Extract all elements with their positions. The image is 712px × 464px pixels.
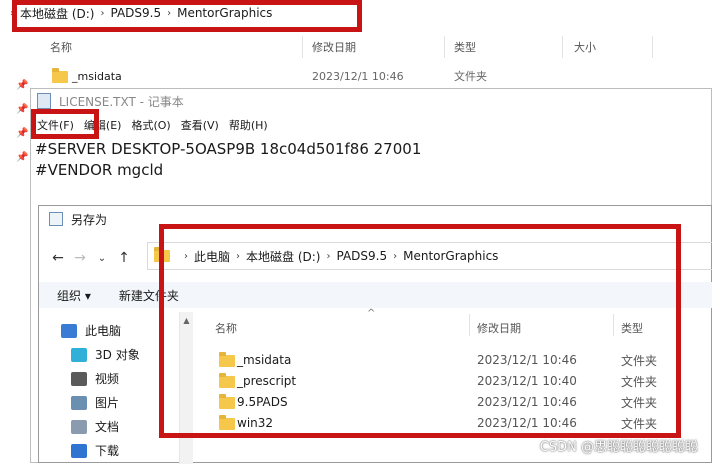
sidebar-item-label: 文档 — [95, 418, 119, 435]
sidebar-item-label: 视频 — [95, 370, 119, 387]
column-separator[interactable] — [652, 36, 653, 58]
column-separator[interactable] — [444, 36, 445, 58]
video-icon — [71, 372, 87, 386]
pin-icon[interactable]: 📌 — [16, 128, 26, 140]
dialog-icon — [49, 212, 63, 226]
save-as-dialog: 另存为 ← → ⌄ ↑ › 此电脑 › 本地磁盘 (D:) › PADS9.5 … — [38, 205, 712, 463]
sidebar-item-videos[interactable]: 视频 — [71, 370, 119, 387]
notepad-menu-bar: 文件(F) 编辑(E) 格式(O) 查看(V) 帮助(H) — [31, 115, 712, 135]
sidebar-item-pictures[interactable]: 图片 — [71, 394, 119, 411]
notepad-title-bar[interactable]: LICENSE.TXT - 记事本 — [31, 89, 712, 113]
explorer-column-header: 名称 修改日期 类型 大小 — [30, 36, 712, 58]
pin-icon[interactable]: 📌 — [16, 80, 26, 92]
file-type: 文件夹 — [454, 68, 487, 84]
sidebar-item-label: 3D 对象 — [95, 346, 140, 363]
highlight-box-save-location — [159, 224, 681, 438]
column-separator[interactable] — [302, 36, 303, 58]
document-icon — [71, 420, 87, 434]
notepad-title: LICENSE.TXT - 记事本 — [59, 93, 184, 110]
text-line: #SERVER DESKTOP-5OASP9B 18c04d501f86 270… — [35, 139, 421, 160]
picture-icon — [71, 396, 87, 410]
column-type[interactable]: 类型 — [454, 39, 476, 55]
column-modified[interactable]: 修改日期 — [312, 39, 356, 55]
pin-icon[interactable]: 📌 — [16, 152, 26, 164]
text-line: #VENDOR mgcld — [35, 160, 421, 181]
download-icon — [71, 444, 87, 458]
sidebar-item-downloads[interactable]: 下载 — [71, 442, 119, 459]
sidebar-item-documents[interactable]: 文档 — [71, 418, 119, 435]
pin-icon[interactable]: 📌 — [16, 104, 26, 116]
menu-format[interactable]: 格式(O) — [131, 117, 170, 133]
sidebar-item-label: 此电脑 — [85, 322, 121, 339]
explorer-file-row[interactable]: _msidata 2023/12/1 10:46 文件夹 — [30, 66, 712, 86]
menu-view[interactable]: 查看(V) — [181, 117, 219, 133]
forward-arrow-icon[interactable]: → — [69, 250, 91, 266]
menu-help[interactable]: 帮助(H) — [229, 117, 268, 133]
highlight-box-file-menu — [31, 109, 99, 139]
sidebar-item-label: 下载 — [95, 442, 119, 459]
dialog-title: 另存为 — [71, 211, 107, 228]
organize-button[interactable]: 组织 ▾ — [57, 287, 91, 304]
sidebar-item-this-pc[interactable]: 此电脑 — [61, 322, 121, 339]
file-modified: 2023/12/1 10:46 — [312, 70, 404, 83]
back-arrow-icon[interactable]: ← — [47, 250, 69, 266]
up-arrow-icon[interactable]: ↑ — [113, 250, 135, 266]
column-size[interactable]: 大小 — [574, 39, 596, 55]
notepad-icon — [37, 93, 51, 109]
watermark-text: CSDN @思聪聪聪聪聪聪聪 — [540, 436, 698, 455]
column-name[interactable]: 名称 — [50, 39, 72, 55]
chevron-down-icon[interactable]: ⌄ — [91, 253, 113, 264]
sidebar-item-label: 图片 — [95, 394, 119, 411]
sidebar-item-3d-objects[interactable]: 3D 对象 — [71, 346, 140, 363]
column-separator[interactable] — [562, 36, 563, 58]
computer-icon — [61, 324, 77, 338]
notepad-text-area[interactable]: #SERVER DESKTOP-5OASP9B 18c04d501f86 270… — [35, 139, 421, 181]
file-name: _msidata — [72, 70, 122, 83]
folder-icon — [52, 71, 68, 83]
cube-icon — [71, 348, 87, 362]
highlight-box-explorer-path — [12, 0, 362, 32]
